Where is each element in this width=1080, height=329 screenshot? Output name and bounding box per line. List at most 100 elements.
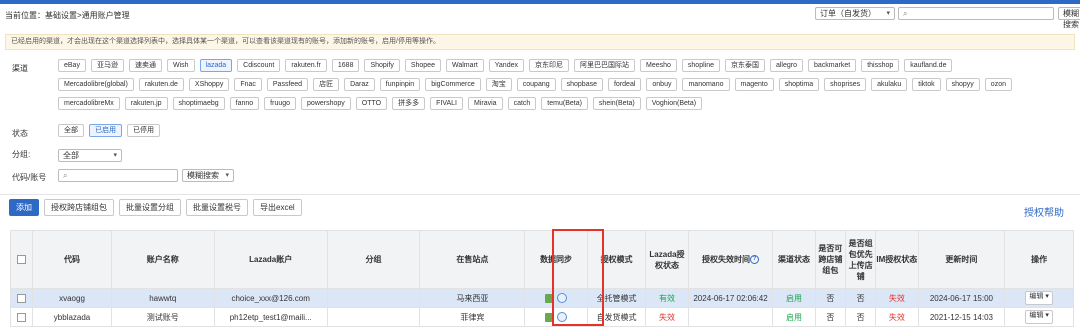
highlight-box	[552, 229, 604, 326]
channel-chip[interactable]: Walmart	[445, 59, 484, 72]
channel-chip[interactable]: 拼多多	[392, 97, 426, 110]
toolbar-button[interactable]: 导出excel	[253, 199, 302, 216]
chevron-down-icon: ▾	[113, 152, 117, 159]
channel-chip[interactable]: powershopy	[301, 97, 351, 110]
channel-chip[interactable]: shoptima	[778, 78, 820, 91]
edit-dropdown[interactable]: 编辑 ▾	[1025, 310, 1053, 324]
channel-chip[interactable]: onbuy	[646, 78, 678, 91]
channel-chip[interactable]: 速卖通	[128, 59, 162, 72]
channel-chip[interactable]: fordeal	[607, 78, 642, 91]
channel-chip[interactable]: Meesho	[640, 59, 677, 72]
channel-chip[interactable]: temu(Beta)	[541, 97, 588, 110]
channel-chip[interactable]: allegro	[769, 59, 803, 72]
toolbar-button[interactable]: 批量设置分组	[119, 199, 181, 216]
edit-dropdown[interactable]: 编辑 ▾	[1025, 291, 1053, 305]
status-chip[interactable]: 已启用	[89, 124, 122, 137]
channel-chip[interactable]: shoprises	[824, 78, 867, 91]
table-cell: 测试账号	[110, 307, 215, 327]
channel-chip[interactable]: akulaku	[871, 78, 908, 91]
row-checkbox-cell[interactable]	[9, 307, 34, 327]
fuzzy-search-select[interactable]: 模糊搜索 ▾	[182, 169, 234, 182]
channel-chip[interactable]: shopline	[681, 59, 720, 72]
column-header: 更新时间	[917, 230, 1006, 289]
column-header-label: 账户名称	[146, 255, 179, 264]
channel-chip[interactable]: thisshop	[861, 59, 900, 72]
select-all-checkbox[interactable]	[17, 255, 27, 265]
toolbar-button[interactable]: 添加	[9, 199, 39, 216]
table-row[interactable]: ybblazada 测试账号 ph12etp_test1@maili... 菲律宾 自发…	[9, 307, 1074, 327]
column-header: 在售站点	[419, 230, 526, 289]
channel-chip[interactable]: Voghion(Beta)	[645, 97, 703, 110]
channel-chip[interactable]: rakuten.jp	[124, 97, 168, 110]
channel-chip[interactable]: Cdiscount	[237, 59, 281, 72]
channel-chip[interactable]: kaufland.de	[904, 59, 953, 72]
column-header-label: 代码	[64, 255, 81, 264]
table-cell: 否	[844, 307, 877, 327]
table-row[interactable]: xvaogg hawwtq choice_xxx@126.com 马来西亚 全托管模式有…	[9, 288, 1074, 308]
channel-chip[interactable]: ozon	[984, 78, 1012, 91]
channel-chip[interactable]: Mercadolibre(global)	[58, 78, 134, 91]
table-cell: 编辑 ▾	[1004, 307, 1074, 327]
auth-help-link[interactable]: 授权帮助	[1024, 204, 1064, 219]
row-checkbox[interactable]	[17, 312, 27, 322]
channel-chip[interactable]: coupang	[516, 78, 556, 91]
channel-chip[interactable]: shopbase	[560, 78, 603, 91]
channel-chip[interactable]: 亚马逊	[90, 59, 124, 72]
channel-chip[interactable]: mercadolibreMx	[58, 97, 120, 110]
header-search-input[interactable]: ⌕	[898, 7, 1054, 20]
channel-chip[interactable]: 京东泰国	[724, 59, 765, 72]
channel-chip[interactable]: rakuten.de	[138, 78, 184, 91]
toolbar-button[interactable]: 批量设置税号	[186, 199, 248, 216]
channel-chip[interactable]: eBay	[58, 59, 86, 72]
channel-chip[interactable]: Shopify	[364, 59, 400, 72]
row-checkbox-cell[interactable]	[9, 288, 34, 308]
divider	[0, 194, 1080, 195]
column-header-label: Lazada授权状态	[649, 249, 685, 270]
channel-chip[interactable]: shopyy	[945, 78, 980, 91]
channel-chip[interactable]: catch	[507, 97, 537, 110]
channel-chip[interactable]: 京东印尼	[529, 59, 569, 72]
status-list: 全部 已启用 已停用	[58, 124, 1018, 137]
table-cell: 2024-06-17 15:00	[917, 288, 1006, 308]
channel-chip[interactable]: Wish	[166, 59, 195, 72]
channel-chip[interactable]: 1688	[331, 59, 360, 72]
channel-chip[interactable]: Passfeed	[266, 78, 309, 91]
order-type-select[interactable]: 订单（自发货） ▾	[815, 7, 895, 20]
code-search-input[interactable]: ⌕	[58, 169, 178, 182]
channel-chip[interactable]: 阿里巴巴国际站	[574, 59, 635, 72]
channel-chip[interactable]: lazada	[199, 59, 233, 72]
channel-chip[interactable]: 店匠	[313, 78, 340, 91]
column-header: 账户名称	[110, 230, 215, 289]
channel-chip[interactable]: fruugo	[264, 97, 297, 110]
table-cell: 有效	[645, 288, 689, 308]
channel-chip[interactable]: shoptimaebg	[172, 97, 225, 110]
status-chip[interactable]: 全部	[58, 124, 84, 137]
channel-chip[interactable]: rakuten.fr	[285, 59, 327, 72]
channel-chip[interactable]: manomano	[682, 78, 730, 91]
channel-chip[interactable]: backmarket	[808, 59, 857, 72]
channel-chip[interactable]: shein(Beta)	[592, 97, 641, 110]
group-select[interactable]: 全部 ▾	[58, 149, 122, 162]
status-chip[interactable]: 已停用	[127, 124, 160, 137]
column-header: Lazada账户	[213, 230, 328, 289]
channel-chip[interactable]: funpinpin	[379, 78, 421, 91]
toolbar-button[interactable]: 授权跨店铺组包	[44, 199, 114, 216]
channel-chip[interactable]: Daraz	[344, 78, 375, 91]
channel-chip[interactable]: tiktok	[912, 78, 941, 91]
channel-chip[interactable]: bigCommerce	[425, 78, 481, 91]
channel-chip[interactable]: Fnac	[234, 78, 262, 91]
select-all-cell[interactable]	[9, 230, 34, 289]
header-fuzzy-select[interactable]: 模糊搜索	[1058, 7, 1080, 29]
channel-chip[interactable]: FIVALI	[430, 97, 463, 110]
channel-chip[interactable]: Yandex	[488, 59, 524, 72]
help-icon[interactable]: ?	[750, 255, 759, 265]
channel-value: 启用	[786, 293, 803, 303]
channel-chip[interactable]: OTTO	[355, 97, 388, 110]
channel-chip[interactable]: Shopee	[404, 59, 441, 72]
channel-chip[interactable]: 淘宝	[485, 78, 512, 91]
channel-chip[interactable]: Miravia	[468, 97, 503, 110]
channel-chip[interactable]: fanno	[229, 97, 260, 110]
row-checkbox[interactable]	[17, 293, 27, 303]
channel-chip[interactable]: XShoppy	[188, 78, 230, 91]
channel-chip[interactable]: magento	[734, 78, 774, 91]
